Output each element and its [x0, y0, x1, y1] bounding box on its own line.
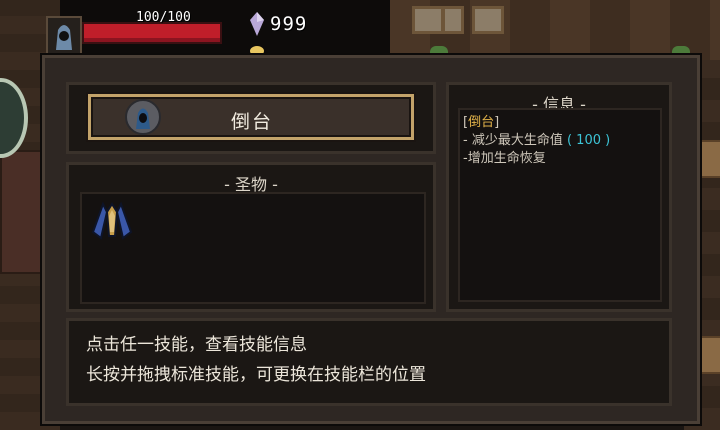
info-effect-1: - 减少最大生命值 ( 100 )	[463, 133, 611, 148]
skill-icon	[125, 99, 161, 135]
skill-name: 倒台	[231, 111, 274, 133]
health-bar	[82, 22, 222, 44]
gem-count: 999	[270, 13, 308, 35]
info-effect-2: -增加生命恢复	[463, 151, 546, 166]
player-portrait	[46, 16, 82, 56]
blue-cloak-relic-icon	[91, 201, 133, 240]
health-text: 100/100	[136, 10, 191, 25]
wall-frame	[442, 6, 464, 34]
hooded-figure-icon	[136, 108, 150, 129]
info-skill-name: 倒台	[468, 115, 495, 130]
info-skill-line: [倒台]	[463, 115, 500, 130]
relic-item[interactable]	[89, 198, 135, 244]
skill-button[interactable]: 倒台	[88, 94, 414, 140]
player-avatar-icon	[56, 25, 72, 50]
info-lines: [倒台] - 减少最大生命值 ( 100 ) -增加生命恢复	[463, 114, 610, 168]
crate	[700, 140, 720, 178]
hint-line-2: 长按并拖拽标准技能，可更换在技能栏的位置	[86, 365, 426, 385]
gem-icon	[250, 12, 264, 36]
crate	[700, 336, 720, 374]
hint-text: 点击任一技能，查看技能信息 长按并拖拽标准技能，可更换在技能栏的位置	[86, 330, 426, 390]
wall-frame	[472, 6, 504, 34]
hint-line-1: 点击任一技能，查看技能信息	[86, 335, 307, 355]
wall-frame	[412, 6, 444, 34]
info-effect-value: 100	[576, 133, 601, 148]
